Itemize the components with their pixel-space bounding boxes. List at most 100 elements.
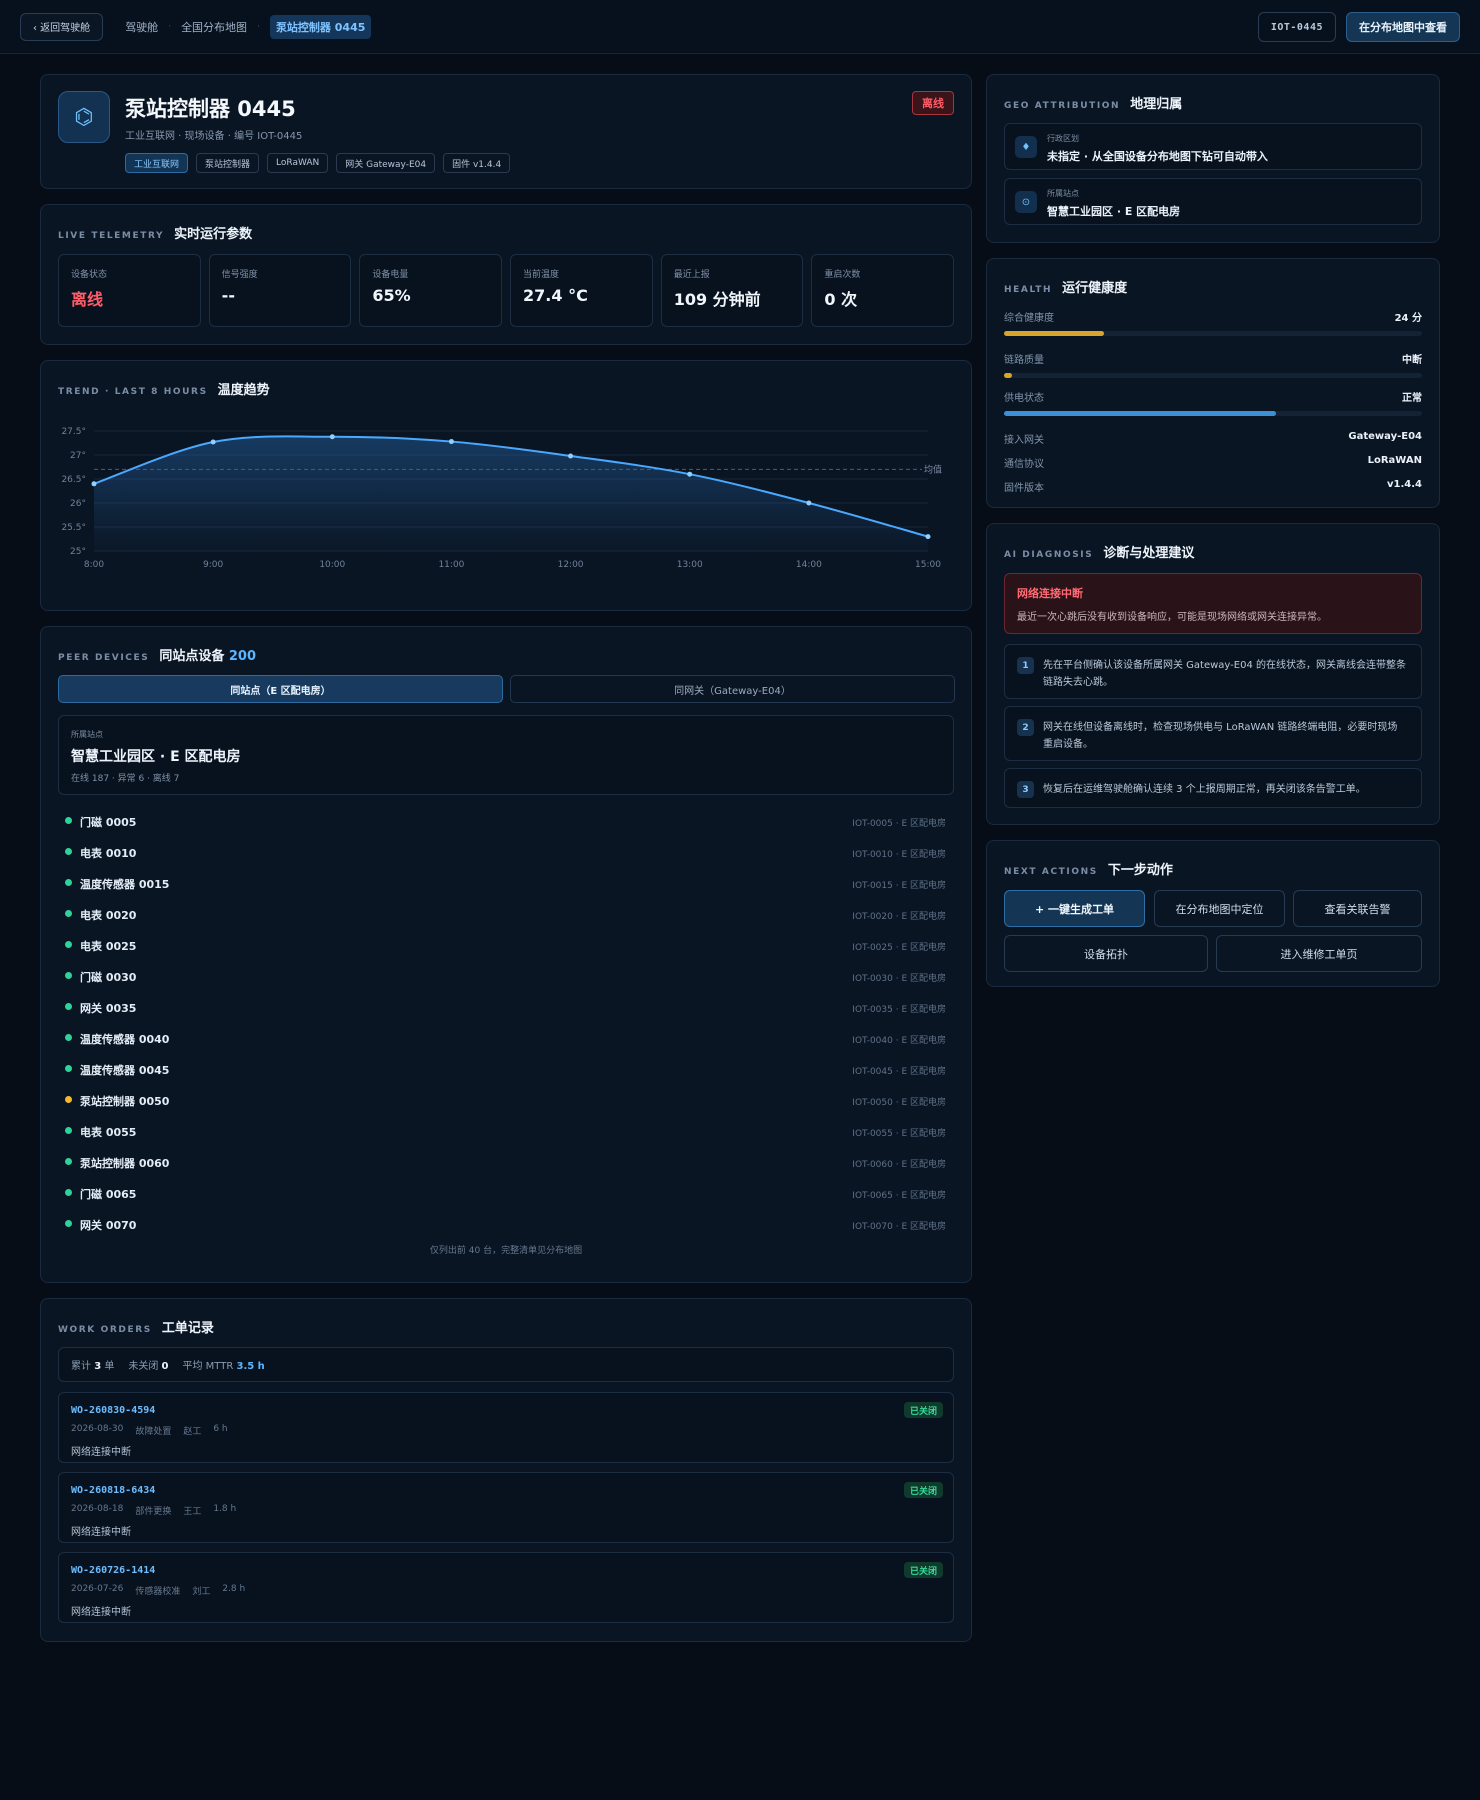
peer-device-item[interactable]: 电表 0010 IOT-0010 · E 区配电房	[58, 836, 954, 867]
peer-device-item[interactable]: 温度传感器 0040 IOT-0040 · E 区配电房	[58, 1022, 954, 1053]
data-point	[925, 534, 931, 540]
view-related-alerts-button[interactable]: 查看关联告警	[1293, 890, 1422, 927]
create-work-order-button[interactable]: + 一键生成工单	[1004, 890, 1145, 927]
reference-line-label: 均值	[924, 463, 942, 475]
peer-device-name[interactable]: 门磁 0065	[80, 1186, 136, 1202]
wo-id[interactable]: WO-260726-1414	[71, 1565, 155, 1576]
peer-device-item[interactable]: 泵站控制器 0060 IOT-0060 · E 区配电房	[58, 1146, 954, 1177]
trend-panel: TREND · LAST 8 HOURS 温度趋势 25° 25.5° 26° 26.5…	[40, 360, 972, 611]
work-order-card[interactable]: WO-260818-6434 2026-08-18 部件更换 王工 1.8 h 网络连…	[58, 1472, 954, 1543]
status-dot	[65, 972, 72, 979]
tab-same-gateway[interactable]: 同网关（Gateway-E04）	[510, 675, 955, 703]
work-order-card[interactable]: WO-260726-1414 2026-07-26 传感器校准 刘工 2.8 h 网络…	[58, 1552, 954, 1623]
site-name: 智慧工业园区 · E 区配电房	[71, 749, 241, 765]
telemetry-title: 实时运行参数	[174, 227, 253, 242]
metric-value: --	[221, 286, 235, 305]
device-tag[interactable]: 泵站控制器	[196, 153, 260, 173]
status-dot	[65, 1220, 72, 1227]
peers-eyebrow: PEER DEVICES	[58, 653, 150, 663]
trend-eyebrow: TREND · LAST 8 HOURS	[58, 387, 208, 397]
wo-total-value: 3	[94, 1361, 102, 1372]
device-tag[interactable]: LoRaWAN	[267, 153, 329, 173]
peer-device-meta: IOT-0040 · E 区配电房	[852, 1036, 946, 1046]
peer-device-item[interactable]: 网关 0035 IOT-0035 · E 区配电房	[58, 991, 954, 1022]
peer-device-item[interactable]: 门磁 0005 IOT-0005 · E 区配电房	[58, 805, 954, 836]
metric-label: 设备状态	[71, 270, 108, 280]
metric-card: 重启次数 0 次	[811, 254, 955, 327]
peer-device-name[interactable]: 电表 0025	[80, 938, 136, 954]
info-label: 固件版本	[1004, 483, 1044, 494]
device-tag[interactable]: 网关 Gateway-E04	[336, 153, 436, 173]
wo-id[interactable]: WO-260830-4594	[71, 1405, 155, 1416]
peer-devices-panel: PEER DEVICES 同站点设备 200 同站点（E 区配电房） 同网关（Ga…	[40, 626, 972, 1283]
peer-device-name[interactable]: 泵站控制器 0050	[80, 1093, 169, 1109]
peer-device-item[interactable]: 泵站控制器 0050 IOT-0050 · E 区配电房	[58, 1084, 954, 1115]
geo-label: 所属站点	[1047, 189, 1079, 198]
breadcrumb-map[interactable]: 全国分布地图	[181, 19, 247, 35]
peer-device-name[interactable]: 门磁 0005	[80, 814, 136, 830]
peer-list-footer: 仅列出前 40 台，完整清单见分布地图	[429, 1246, 583, 1256]
peer-device-name[interactable]: 网关 0035	[80, 1000, 136, 1016]
pump-controller-icon: ⌬	[58, 91, 110, 143]
peer-device-item[interactable]: 电表 0055 IOT-0055 · E 区配电房	[58, 1115, 954, 1146]
y-tick-label: 25°	[70, 547, 86, 557]
peer-device-item[interactable]: 温度传感器 0015 IOT-0015 · E 区配电房	[58, 867, 954, 898]
step-number: 1	[1017, 657, 1034, 674]
health-eyebrow: HEALTH	[1004, 285, 1053, 295]
x-tick-label: 14:00	[796, 560, 822, 570]
wo-id[interactable]: WO-260818-6434	[71, 1485, 155, 1496]
geo-site-row[interactable]: ⊙ 所属站点 智慧工业园区 · E 区配电房	[1004, 178, 1422, 225]
x-tick-label: 11:00	[438, 560, 464, 570]
peer-device-name[interactable]: 温度传感器 0015	[80, 876, 169, 892]
step-text: 网关在线但设备离线时，检查现场供电与 LoRaWAN 链路终端电阻，必要时现场重…	[1043, 722, 1398, 750]
repair-order-page-button[interactable]: 进入维修工单页	[1216, 935, 1422, 972]
locate-in-map-button[interactable]: 在分布地图中定位	[1154, 890, 1285, 927]
peer-device-meta: IOT-0030 · E 区配电房	[852, 974, 946, 984]
tab-same-site[interactable]: 同站点（E 区配电房）	[58, 675, 503, 703]
peer-device-item[interactable]: 电表 0025 IOT-0025 · E 区配电房	[58, 929, 954, 960]
data-point	[568, 453, 574, 459]
peer-device-name[interactable]: 电表 0055	[80, 1124, 136, 1140]
metric-label: 最近上报	[673, 270, 710, 280]
peer-device-name[interactable]: 温度传感器 0040	[80, 1031, 169, 1047]
wo-eyebrow: WORK ORDERS	[58, 1325, 152, 1335]
status-dot	[65, 941, 72, 948]
health-row: 链路质量 中断	[1004, 351, 1422, 366]
peer-device-item[interactable]: 温度传感器 0045 IOT-0045 · E 区配电房	[58, 1053, 954, 1084]
health-value: 24 分	[1394, 313, 1422, 324]
peer-device-name[interactable]: 泵站控制器 0060	[80, 1155, 169, 1171]
wo-status-badge: 已关闭	[903, 1562, 943, 1578]
wo-type: 传感器校准	[135, 1587, 181, 1597]
diagnosis-step: 3 恢复后在运维驾驶舱确认连续 3 个上报周期正常，再关闭该条告警工单。	[1004, 768, 1422, 808]
health-bar-fill	[1004, 331, 1105, 336]
site-icon: ⊙	[1015, 191, 1037, 213]
breadcrumb-cockpit[interactable]: 驾驶舱	[125, 19, 158, 35]
peer-device-item[interactable]: 门磁 0065 IOT-0065 · E 区配电房	[58, 1177, 954, 1208]
x-tick-label: 9:00	[203, 560, 223, 570]
geo-region-row[interactable]: ♦ 行政区划 未指定 · 从全国设备分布地图下钻可自动带入	[1004, 123, 1422, 170]
wo-duration: 6 h	[213, 1424, 228, 1434]
device-tag[interactable]: 固件 v1.4.4	[443, 153, 511, 173]
device-topology-button[interactable]: 设备拓扑	[1004, 935, 1208, 972]
health-title: 运行健康度	[1062, 281, 1128, 296]
peer-device-name[interactable]: 电表 0020	[80, 907, 136, 923]
back-to-cockpit-button[interactable]: ‹ 返回驾驶舱	[20, 12, 104, 41]
view-in-map-button[interactable]: 在分布地图中查看	[1346, 12, 1460, 42]
peer-device-item[interactable]: 电表 0020 IOT-0020 · E 区配电房	[58, 898, 954, 929]
status-dot	[65, 1003, 72, 1010]
peer-device-item[interactable]: 网关 0070 IOT-0070 · E 区配电房	[58, 1208, 954, 1239]
device-tag[interactable]: 工业互联网	[125, 153, 189, 173]
peer-device-name[interactable]: 门磁 0030	[80, 969, 136, 985]
peer-device-name[interactable]: 电表 0010	[80, 845, 136, 861]
actions-title: 下一步动作	[1107, 863, 1173, 878]
peer-device-name[interactable]: 网关 0070	[80, 1217, 136, 1233]
diagnosis-eyebrow: AI DIAGNOSIS	[1004, 550, 1094, 560]
peer-device-name[interactable]: 温度传感器 0045	[80, 1062, 169, 1078]
y-tick-label: 26.5°	[61, 475, 86, 485]
status-dot	[65, 1096, 72, 1103]
step-text: 先在平台侧确认该设备所属网关 Gateway-E04 的在线状态，网关离线会连带…	[1043, 660, 1407, 688]
work-order-card[interactable]: WO-260830-4594 2026-08-30 故障处置 赵工 6 h 网络连接中…	[58, 1392, 954, 1463]
wo-mttr-value: 3.5 h	[236, 1361, 265, 1372]
peer-device-meta: IOT-0045 · E 区配电房	[852, 1067, 946, 1077]
peer-device-item[interactable]: 门磁 0030 IOT-0030 · E 区配电房	[58, 960, 954, 991]
